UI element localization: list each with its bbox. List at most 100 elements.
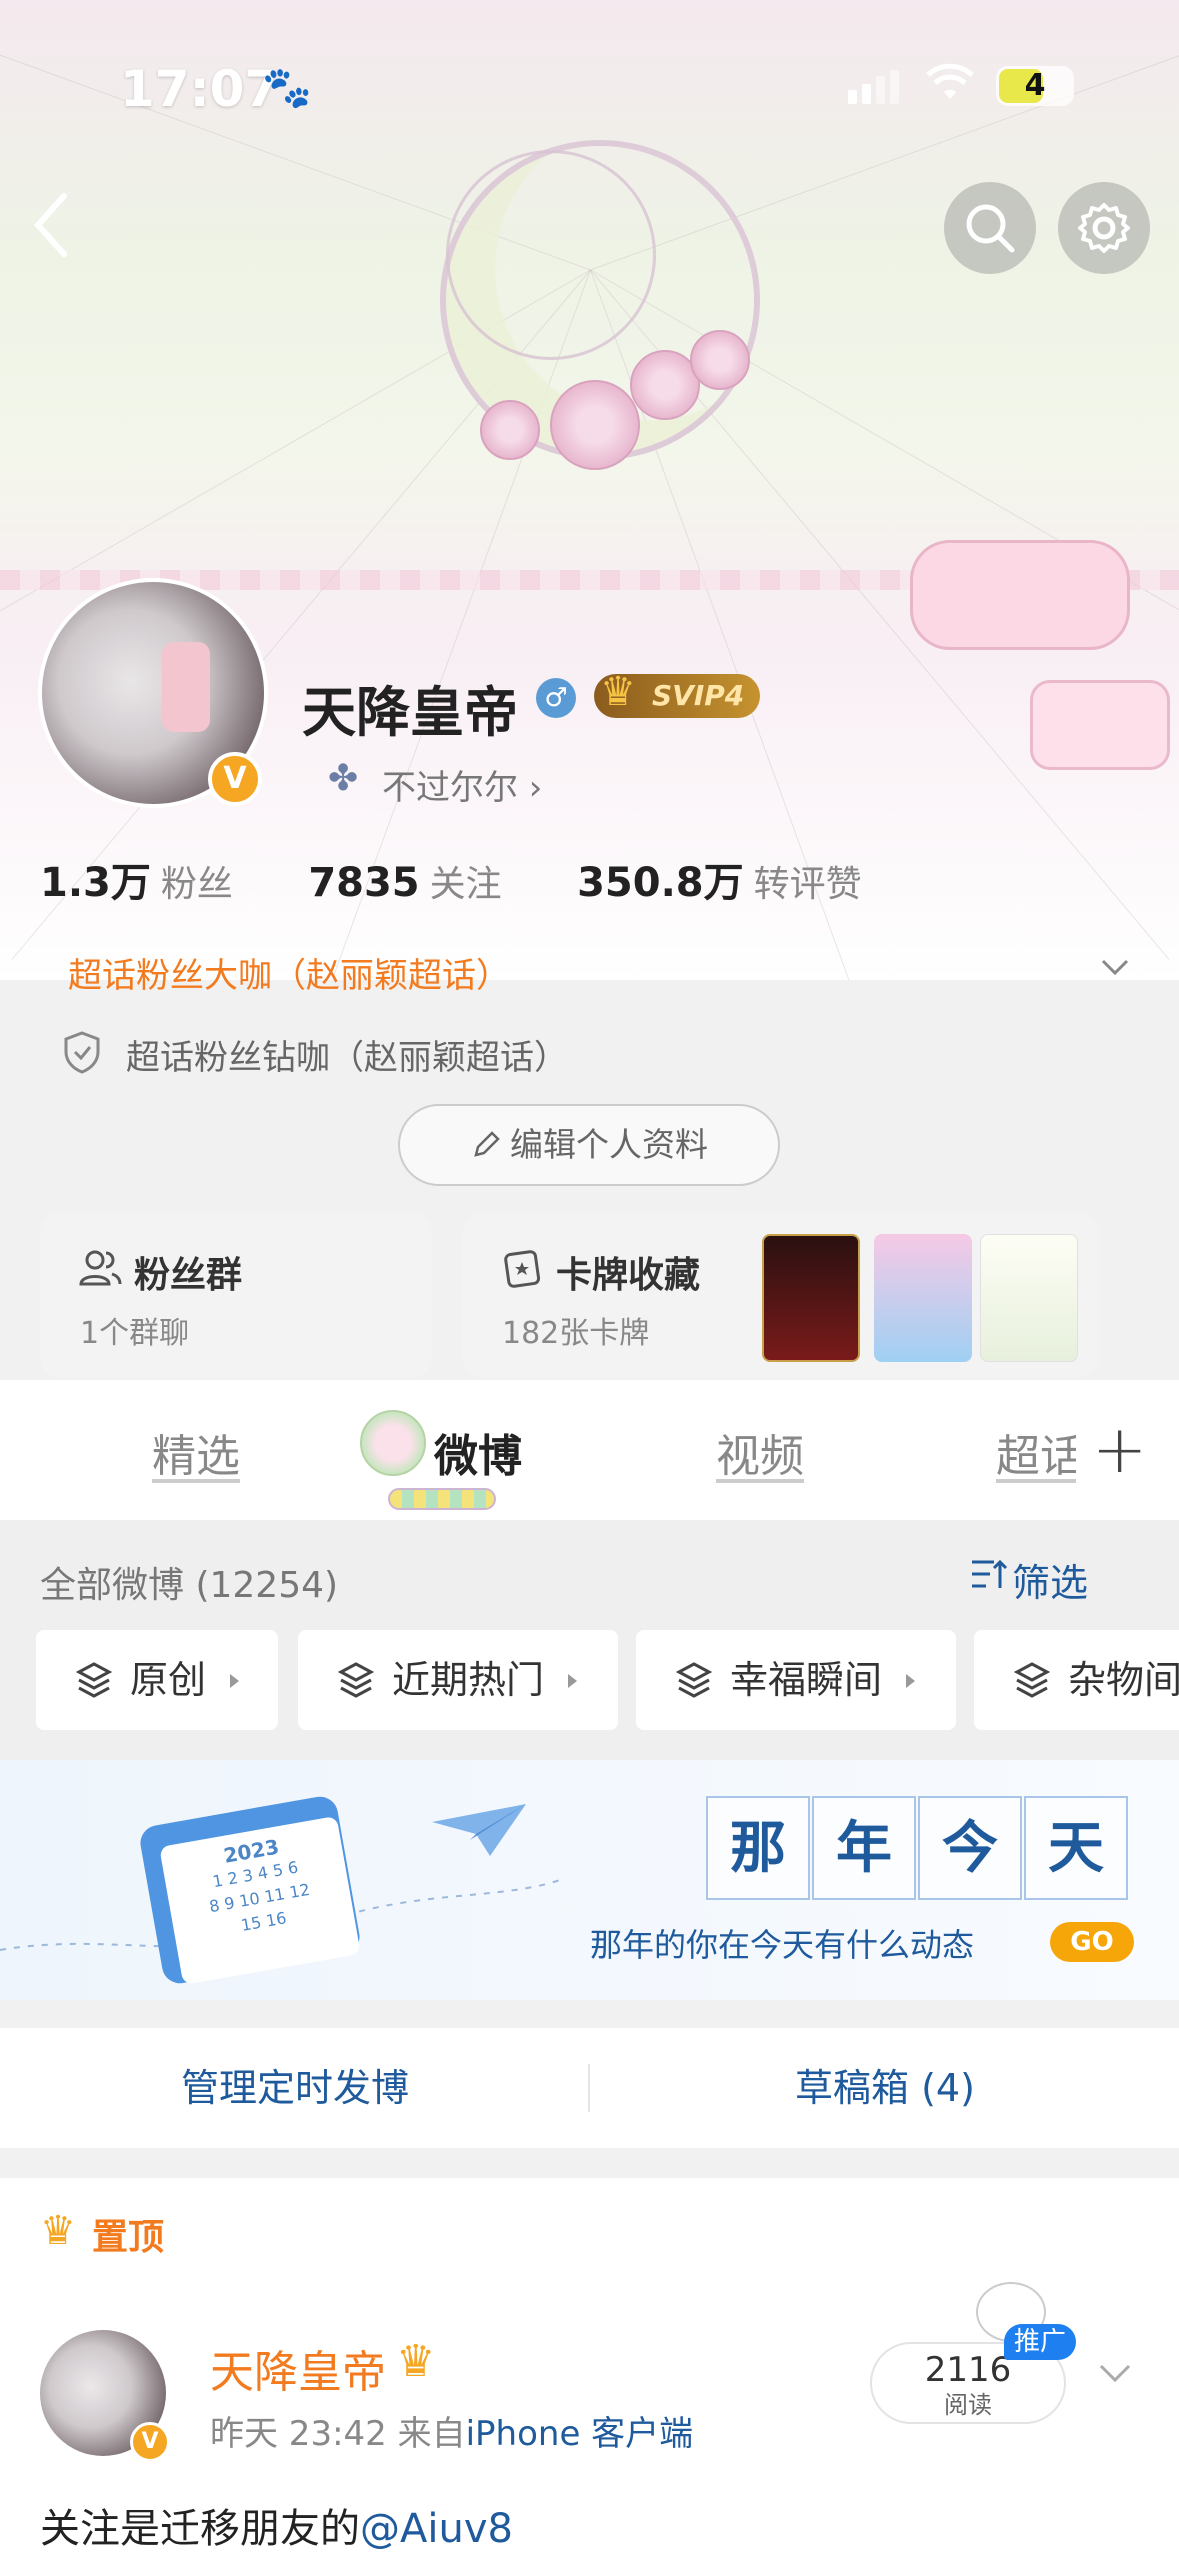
svip-badge[interactable]: ♛ SVIP4	[594, 670, 761, 718]
battery-icon: 4	[996, 66, 1074, 106]
layers-icon	[76, 1662, 112, 1698]
caret-right-icon	[230, 1674, 239, 1688]
memory-title-char: 那	[706, 1796, 810, 1900]
profile-stats: 1.3万 粉丝 7835 关注 350.8万 转评赞	[40, 850, 862, 908]
category-chip-recent-hot[interactable]: 近期热门	[298, 1630, 618, 1730]
stat-engagement[interactable]: 350.8万 转评赞	[577, 860, 862, 906]
verified-v-badge: V	[208, 752, 262, 806]
edit-profile-label: 编辑个人资料	[510, 1125, 708, 1164]
tab-featured[interactable]: 精选	[152, 1420, 240, 1484]
filter-button[interactable]: 筛选	[1012, 1552, 1088, 1607]
fans-group-count: 1个群聊	[80, 1316, 190, 1351]
shield-icon	[64, 1031, 100, 1074]
stat-following[interactable]: 7835 关注	[308, 860, 501, 906]
post-meta: 昨天 23:42 来自iPhone 客户端	[210, 2406, 693, 2455]
male-gender-icon: ♂	[536, 678, 576, 718]
superfan-title[interactable]: 超话粉丝大咖（赵丽颖超话）	[68, 948, 510, 997]
collectible-card-thumbnail[interactable]	[762, 1234, 860, 1362]
caret-right-icon	[568, 1674, 577, 1688]
card-collection-icon	[504, 1250, 541, 1288]
chip-label: 杂物间	[1068, 1658, 1179, 1702]
pinned-label: 置顶	[92, 2217, 165, 2258]
calendar-icon: 2023 1 2 3 4 5 6 8 9 10 11 12 15 16	[137, 1793, 363, 1987]
stat-label: 关注	[429, 864, 502, 905]
profile-subtitle-link[interactable]: 不过尔尔 ›	[382, 760, 542, 809]
layers-icon	[338, 1662, 374, 1698]
profile-tabs: 精选 微博 视频 超话	[0, 1380, 1179, 1520]
crown-icon: ♛	[600, 669, 636, 715]
drafts-button[interactable]: 草稿箱 (4)	[590, 2028, 1179, 2148]
gear-icon	[1078, 203, 1130, 253]
post-source[interactable]: iPhone 客户端	[466, 2414, 694, 2454]
post-text: 关注是迁移朋友的@Aiuv8	[40, 2496, 513, 2554]
crown-icon: ♛	[40, 2208, 76, 2254]
collectible-card-thumbnail[interactable]	[874, 1234, 972, 1362]
read-label: 阅读	[944, 2391, 992, 2419]
on-this-day-banner[interactable]: 2023 1 2 3 4 5 6 8 9 10 11 12 15 16 那 年 …	[0, 1760, 1179, 2000]
chip-label: 近期热门	[392, 1658, 545, 1702]
stat-number: 1.3万	[40, 860, 151, 906]
mention-link[interactable]: @Aiuv8	[360, 2506, 513, 2552]
tab-weibo[interactable]: 微博	[434, 1420, 522, 1484]
superfan-title-secondary: 超话粉丝钻咖（赵丽颖超话）	[126, 1038, 568, 1078]
promote-badge[interactable]: 推广	[1004, 2324, 1077, 2360]
member-crown-icon: ♛	[396, 2336, 436, 2387]
post-from-label: 来自	[397, 2414, 466, 2454]
battery-level: 4	[1024, 68, 1046, 103]
pencil-icon	[474, 1131, 500, 1157]
post-author-name[interactable]: 天降皇帝	[210, 2336, 386, 2400]
collectible-card-thumbnail[interactable]	[980, 1234, 1078, 1362]
post-management-bar: 管理定时发博 草稿箱 (4)	[0, 2028, 1179, 2148]
chevron-down-icon[interactable]	[1098, 2358, 1132, 2388]
settings-button[interactable]	[1058, 182, 1150, 274]
all-weibo-count: 全部微博 (12254)	[40, 1565, 339, 1606]
scheduled-posts-button[interactable]: 管理定时发博	[0, 2028, 590, 2148]
search-icon	[966, 204, 1015, 253]
back-button[interactable]	[30, 190, 90, 260]
stat-label: 粉丝	[160, 864, 233, 905]
memory-title-char: 天	[1024, 1796, 1128, 1900]
card-collection-count: 182张卡牌	[502, 1316, 650, 1351]
fans-group-title: 粉丝群	[134, 1255, 243, 1296]
paper-plane-icon	[432, 1804, 526, 1856]
tab-super-topic[interactable]: 超话	[996, 1420, 1076, 1484]
verified-v-badge: V	[130, 2422, 170, 2462]
stat-followers[interactable]: 1.3万 粉丝	[40, 860, 233, 906]
wifi-icon	[925, 60, 975, 114]
svip-label: SVIP4	[652, 679, 745, 712]
memory-title-char: 年	[812, 1796, 916, 1900]
filter-icon[interactable]	[968, 1554, 1008, 1594]
post-body: 关注是迁移朋友的	[40, 2506, 360, 2552]
tab-video[interactable]: 视频	[716, 1420, 804, 1484]
go-button[interactable]: GO	[1050, 1922, 1134, 1962]
cake-decoration	[910, 540, 1130, 650]
active-tab-indicator	[388, 1488, 496, 1510]
category-chip-happy-moments[interactable]: 幸福瞬间	[636, 1630, 956, 1730]
profile-cover[interactable]	[0, 0, 1179, 980]
card-collection-title: 卡牌收藏	[556, 1255, 701, 1296]
group-icon	[79, 1250, 122, 1286]
pinned-post[interactable]: ♛ 置顶 V 天降皇帝 ♛ 昨天 23:42 来自iPhone 客户端 2116…	[0, 2178, 1179, 2556]
chevron-down-icon[interactable]	[1100, 952, 1130, 982]
category-chip-original[interactable]: 原创	[36, 1630, 278, 1730]
post-time: 昨天 23:42	[210, 2414, 387, 2454]
status-time: 17:07	[120, 60, 280, 118]
search-button[interactable]	[944, 182, 1036, 274]
fans-group-card[interactable]: 粉丝群 1个群聊	[40, 1212, 432, 1378]
add-tab-icon[interactable]: +	[1092, 1417, 1147, 1483]
category-chip-storage[interactable]: 杂物间	[974, 1630, 1179, 1730]
chevron-left-icon	[33, 193, 67, 257]
stat-number: 350.8万	[577, 860, 744, 906]
card-collection-card[interactable]: 卡牌收藏 182张卡牌	[462, 1212, 1100, 1378]
moon-inner-ring	[446, 150, 656, 360]
stat-number: 7835	[308, 860, 420, 906]
chip-label: 幸福瞬间	[730, 1658, 883, 1702]
caret-right-icon	[906, 1674, 915, 1688]
cellular-signal-icon	[848, 70, 904, 104]
clover-icon: ✤	[328, 758, 359, 799]
rose-decoration	[690, 330, 750, 390]
paw-icon: 🐾	[262, 65, 312, 111]
edit-profile-button[interactable]: 编辑个人资料	[398, 1104, 780, 1186]
layers-icon	[1014, 1662, 1050, 1698]
chip-label: 原创	[130, 1658, 207, 1702]
